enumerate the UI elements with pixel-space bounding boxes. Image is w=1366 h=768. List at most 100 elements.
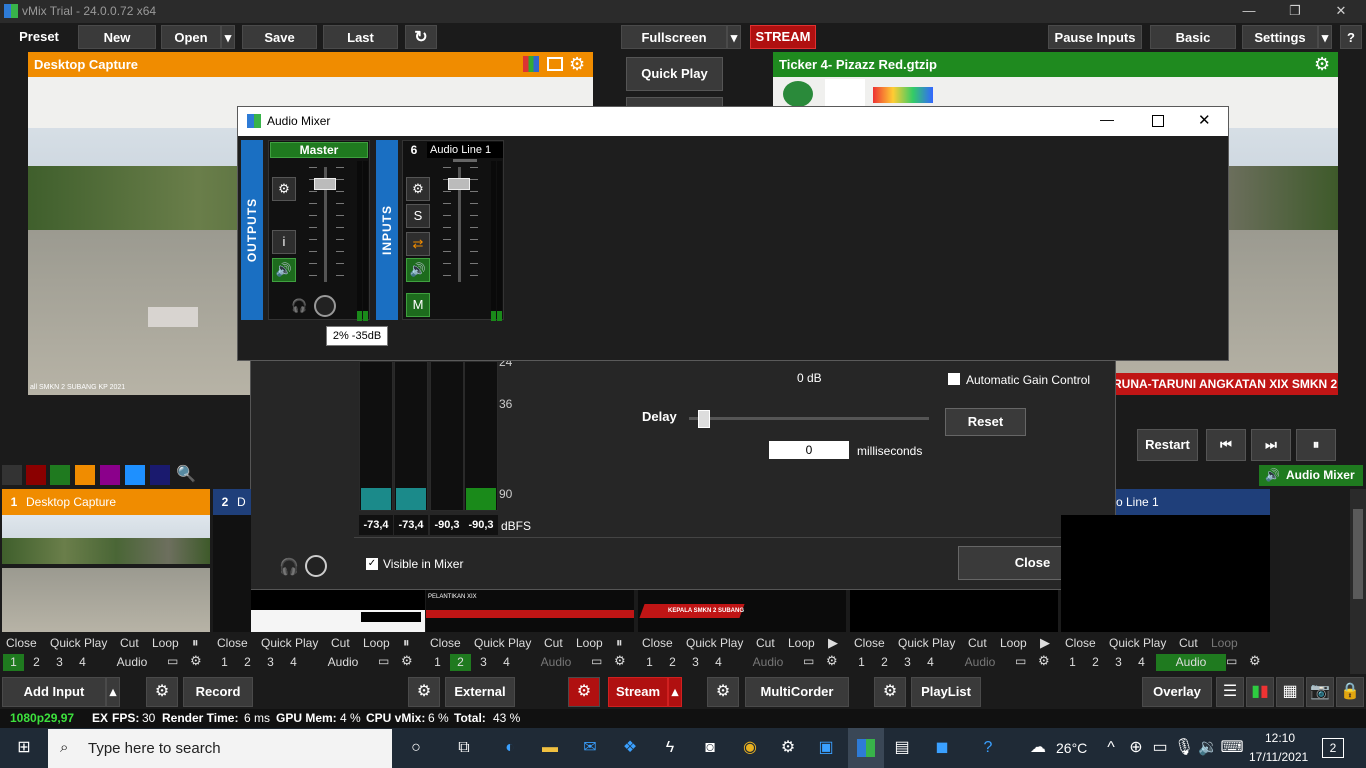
overlay-number-2[interactable]: 2 xyxy=(26,654,47,671)
input-close-button[interactable]: Close xyxy=(430,636,461,650)
input-6-thumbnail[interactable] xyxy=(1061,515,1270,632)
external-settings-gear-icon[interactable]: ⚙ xyxy=(408,677,440,707)
add-input-button[interactable]: Add Input xyxy=(2,677,106,707)
save-button[interactable]: Save xyxy=(242,25,317,49)
overlay-number-4[interactable]: 4 xyxy=(1131,654,1152,671)
lock-icon[interactable]: 🔒 xyxy=(1336,677,1364,707)
overlay-number-3[interactable]: 3 xyxy=(1108,654,1129,671)
input-loop-button[interactable]: Loop xyxy=(788,636,815,650)
settings-app-icon[interactable]: ⚙ xyxy=(774,736,802,760)
help-app-icon[interactable]: ? xyxy=(974,736,1002,760)
input-close-button[interactable]: Close xyxy=(6,636,37,650)
chrome-icon[interactable]: ◉ xyxy=(736,736,764,760)
gear-icon[interactable]: ⚙ xyxy=(190,653,202,669)
overlay-number-2[interactable]: 2 xyxy=(874,654,895,671)
file-explorer-icon[interactable]: ▬ xyxy=(536,736,564,760)
headphone-knob[interactable] xyxy=(314,295,336,317)
taskbar-search-box[interactable]: ⌕ Type here to search xyxy=(48,729,392,768)
master-info-button[interactable]: i xyxy=(272,230,296,254)
app-icon[interactable]: ϟ xyxy=(656,736,684,760)
restart-button[interactable]: Restart xyxy=(1137,429,1198,461)
visible-in-mixer-checkbox[interactable]: ✓ xyxy=(366,558,378,570)
input-2-thumbnail[interactable] xyxy=(213,515,251,632)
cortana-icon[interactable]: ○ xyxy=(402,736,430,760)
keyboard-language-icon[interactable]: ⌨ xyxy=(1218,736,1246,760)
audio-toggle-button[interactable]: Audio xyxy=(733,654,803,671)
input-1-header[interactable]: 1 Desktop Capture xyxy=(2,489,210,515)
overlay-number-1[interactable]: 1 xyxy=(427,654,448,671)
overlay-number-2[interactable]: 2 xyxy=(1085,654,1106,671)
multicorder-button[interactable]: MultiCorder xyxy=(745,677,849,707)
vmix-taskbar-icon[interactable] xyxy=(848,728,884,768)
menu-list-icon[interactable]: ☰ xyxy=(1216,677,1244,707)
tray-chevron-icon[interactable]: ^ xyxy=(1097,736,1125,760)
swatch-green[interactable] xyxy=(50,465,70,485)
master-fader-handle[interactable] xyxy=(314,178,336,190)
play-pause-icon[interactable]: ⏸ xyxy=(616,635,623,651)
master-gear-icon[interactable]: ⚙ xyxy=(272,177,296,201)
headphone-volume-knob[interactable] xyxy=(305,555,327,577)
zoom-icon[interactable]: ◼ xyxy=(928,736,956,760)
notifications-icon[interactable]: 2 xyxy=(1322,738,1344,758)
agc-checkbox[interactable] xyxy=(948,373,960,385)
swatch-navy[interactable] xyxy=(150,465,170,485)
camera-app-icon[interactable]: ◙ xyxy=(696,736,724,760)
crop-icon[interactable] xyxy=(547,57,563,71)
snapshot-camera-icon[interactable]: 📷 xyxy=(1306,677,1334,707)
reset-button[interactable]: Reset xyxy=(945,408,1026,436)
input-loop-button[interactable]: Loop xyxy=(1211,636,1238,650)
input-quick-play-button[interactable]: Quick Play xyxy=(261,636,318,650)
swatch-blue[interactable] xyxy=(125,465,145,485)
swatch-purple[interactable] xyxy=(100,465,120,485)
input-fader-handle[interactable] xyxy=(448,178,470,190)
delay-slider-track[interactable] xyxy=(689,417,929,420)
outputs-tab[interactable]: OUTPUTS xyxy=(241,140,263,320)
overlay-number-2[interactable]: 2 xyxy=(450,654,471,671)
fullscreen-dropdown-icon[interactable]: ▾ xyxy=(727,25,741,49)
overlay-number-4[interactable]: 4 xyxy=(708,654,729,671)
audio-toggle-button[interactable]: Audio xyxy=(945,654,1015,671)
open-dropdown-icon[interactable]: ▾ xyxy=(221,25,235,49)
inputs-scrollbar[interactable] xyxy=(1350,489,1366,674)
swatch-red[interactable] xyxy=(26,465,46,485)
audio-bars-icon[interactable]: ▮▮ xyxy=(1246,677,1274,707)
overlay-number-3[interactable]: 3 xyxy=(897,654,918,671)
delay-input[interactable]: 0 xyxy=(769,441,849,459)
audio-toggle-button[interactable]: Audio xyxy=(521,654,591,671)
play-pause-icon[interactable]: ⏸ xyxy=(192,635,199,651)
mail-icon[interactable]: ✉ xyxy=(576,736,604,760)
gear-icon[interactable]: ⚙ xyxy=(1249,653,1261,669)
stream-button[interactable]: Stream xyxy=(608,677,668,707)
overlay-number-2[interactable]: 2 xyxy=(237,654,258,671)
basic-button[interactable]: Basic xyxy=(1150,25,1236,49)
play-pause-icon[interactable]: ⏸ xyxy=(403,635,410,651)
audio-mixer-toggle[interactable]: 🔊 Audio Mixer xyxy=(1259,465,1363,486)
overlay-number-4[interactable]: 4 xyxy=(72,654,93,671)
monitor-icon[interactable]: ▭ xyxy=(1015,654,1026,668)
audio-toggle-button[interactable]: Audio xyxy=(1156,654,1226,671)
monitor-icon[interactable]: ▭ xyxy=(378,654,389,668)
mixer-maximize-button[interactable] xyxy=(1152,115,1164,127)
swatch-none[interactable] xyxy=(2,465,22,485)
input-4-thumbnail[interactable]: KEPALA SMKN 2 SUBANG xyxy=(638,590,846,632)
input-gear-icon[interactable]: ⚙ xyxy=(406,177,430,201)
pause-icon[interactable]: ⏸ xyxy=(1296,429,1336,461)
overlay-number-3[interactable]: 3 xyxy=(260,654,281,671)
input-1-thumbnail[interactable] xyxy=(2,515,210,632)
settings-button[interactable]: Settings xyxy=(1242,25,1318,49)
input-close-button[interactable]: Close xyxy=(217,636,248,650)
delay-slider-handle[interactable] xyxy=(698,410,710,428)
mute-button[interactable]: M xyxy=(406,293,430,317)
external-button[interactable]: External xyxy=(445,677,515,707)
color-key-icon[interactable] xyxy=(523,56,539,72)
play-pause-icon[interactable]: ▶ xyxy=(828,635,838,651)
input-5-thumbnail[interactable] xyxy=(850,590,1058,632)
gear-icon[interactable]: ⚙ xyxy=(569,54,585,75)
play-pause-icon[interactable]: ▶ xyxy=(1040,635,1050,651)
input-quick-play-button[interactable]: Quick Play xyxy=(1109,636,1166,650)
minimize-button[interactable]: — xyxy=(1226,0,1272,23)
overlay-number-3[interactable]: 3 xyxy=(49,654,70,671)
overlay-number-1[interactable]: 1 xyxy=(639,654,660,671)
last-button[interactable]: Last xyxy=(323,25,398,49)
overlay-number-3[interactable]: 3 xyxy=(685,654,706,671)
